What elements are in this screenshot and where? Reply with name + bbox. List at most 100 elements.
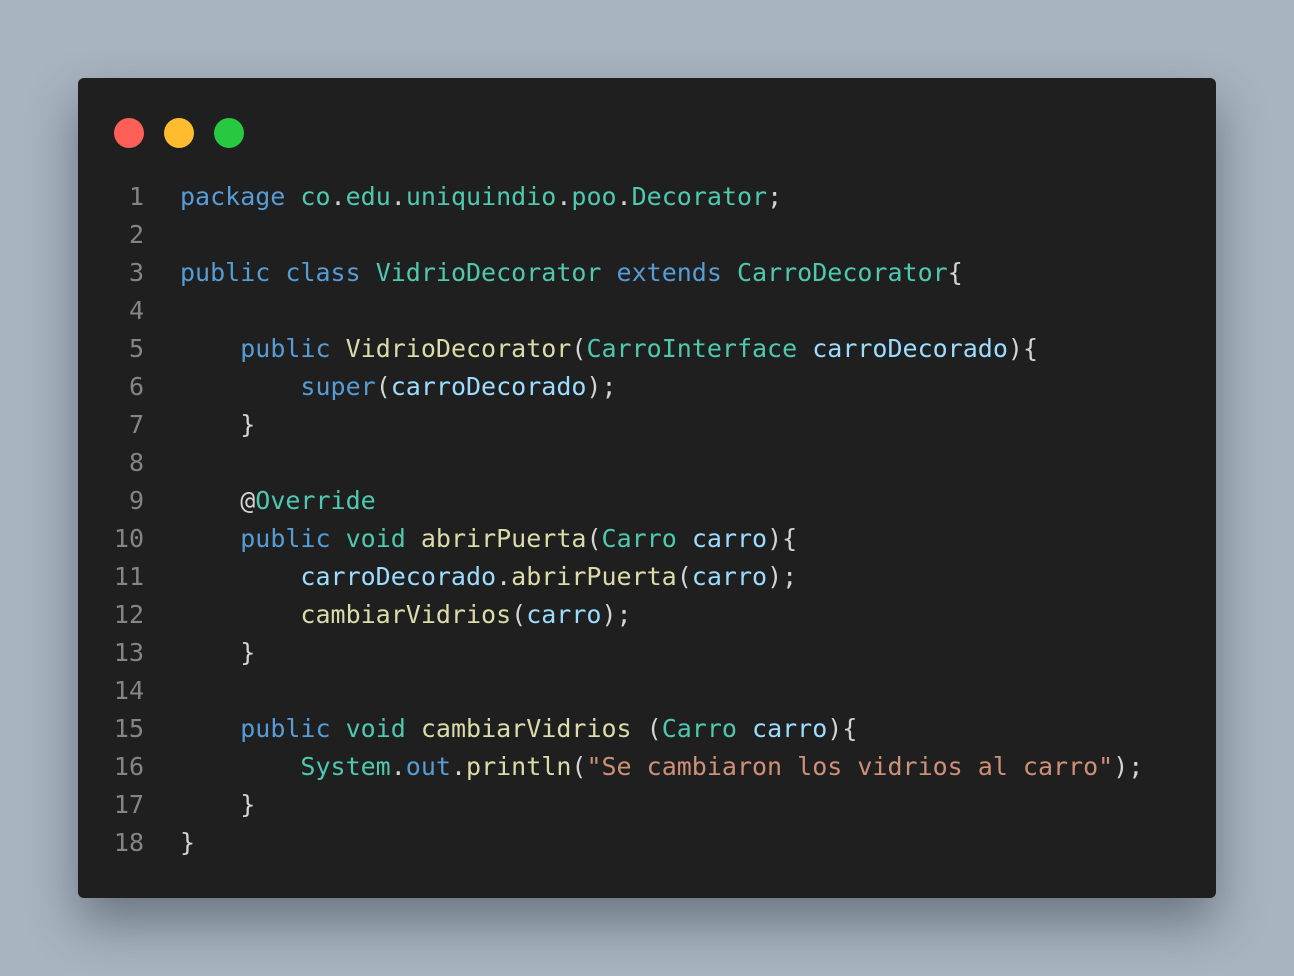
code-token: ); <box>767 562 798 591</box>
line-code: } <box>180 786 255 824</box>
code-line: 15 public void cambiarVidrios (Carro car… <box>78 710 1216 748</box>
code-line: 7 } <box>78 406 1216 444</box>
code-token: ){ <box>767 524 798 553</box>
code-token: package <box>180 182 286 211</box>
code-token: carro <box>526 600 602 629</box>
minimize-button[interactable] <box>164 118 194 148</box>
line-code: public VidrioDecorator(CarroInterface ca… <box>180 330 1038 368</box>
maximize-button[interactable] <box>214 118 244 148</box>
line-code: } <box>180 406 255 444</box>
code-token: . <box>616 182 632 211</box>
line-code: public class VidrioDecorator extends Car… <box>180 254 963 292</box>
code-token: ){ <box>827 714 858 743</box>
code-token: ( <box>375 372 391 401</box>
code-token: public <box>180 258 271 287</box>
line-number: 6 <box>128 372 144 401</box>
code-line: 16 System.out.println("Se cambiaron los … <box>78 748 1216 786</box>
code-token: VidrioDecorator <box>375 258 602 287</box>
code-token: super <box>300 372 376 401</box>
code-token: abrirPuerta <box>420 524 587 553</box>
code-token: Decorator <box>631 182 768 211</box>
code-block: 1 package co.edu.uniquindio.poo.Decorator… <box>78 178 1216 862</box>
code-line: 8 <box>78 444 1216 482</box>
line-number: 3 <box>128 258 144 287</box>
code-token: ( <box>586 524 602 553</box>
line-code: System.out.println("Se cambiaron los vid… <box>180 748 1143 786</box>
code-line: 2 <box>78 216 1216 254</box>
code-token: . <box>496 562 512 591</box>
code-line: 4 <box>78 292 1216 330</box>
line-code: package co.edu.uniquindio.poo.Decorator; <box>180 178 782 216</box>
code-line: 18} <box>78 824 1216 862</box>
line-code: } <box>180 824 195 862</box>
code-token: public <box>240 714 331 743</box>
code-token: { <box>947 258 963 287</box>
code-token: out <box>405 752 451 781</box>
code-line: 11 carroDecorado.abrirPuerta(carro); <box>78 558 1216 596</box>
code-token: carroDecorado <box>300 562 497 591</box>
line-number: 11 <box>113 562 144 591</box>
code-token: poo <box>571 182 617 211</box>
line-code: } <box>180 634 255 672</box>
code-token: ); <box>1113 752 1144 781</box>
code-token: co <box>300 182 331 211</box>
code-line: 9 @Override <box>78 482 1216 520</box>
code-token: ( <box>631 714 662 743</box>
code-token: ( <box>676 562 692 591</box>
line-code: super(carroDecorado); <box>180 368 616 406</box>
code-token: extends <box>616 258 722 287</box>
code-token: carro <box>691 562 768 591</box>
code-token: cambiarVidrios <box>420 714 632 743</box>
code-token: . <box>450 752 467 781</box>
code-token: ( <box>571 752 587 781</box>
code-token: cambiarVidrios <box>300 600 512 629</box>
code-token: class <box>285 258 361 287</box>
code-token: uniquindio <box>405 182 557 211</box>
code-token: Carro <box>661 714 737 743</box>
code-token: public <box>240 334 331 363</box>
code-token: carroDecorado <box>812 334 1008 363</box>
code-token: VidrioDecorator <box>345 334 572 363</box>
code-token: } <box>180 790 256 819</box>
line-code: @Override <box>180 482 376 520</box>
code-token: } <box>180 410 256 439</box>
code-token: . <box>330 182 346 211</box>
line-number: 18 <box>113 828 144 857</box>
line-number: 13 <box>113 638 144 667</box>
code-token: public <box>240 524 331 553</box>
line-number: 5 <box>128 334 144 363</box>
code-token: @ <box>180 486 256 515</box>
code-token: . <box>390 752 406 781</box>
code-line: 3 public class VidrioDecorator extends Ca… <box>78 254 1216 292</box>
line-number: 4 <box>128 296 144 325</box>
line-number: 10 <box>113 524 144 553</box>
close-button[interactable] <box>114 118 144 148</box>
code-line: 5 public VidrioDecorator(CarroInterface … <box>78 330 1216 368</box>
code-token: ); <box>601 600 632 629</box>
code-token: ){ <box>1007 334 1038 363</box>
line-number: 8 <box>128 448 144 477</box>
code-token: Carro <box>601 524 677 553</box>
code-line: 17 } <box>78 786 1216 824</box>
code-line: 14 <box>78 672 1216 710</box>
code-token: Override <box>255 486 376 515</box>
line-number: 7 <box>128 410 144 439</box>
code-token: carroDecorado <box>390 372 587 401</box>
line-number: 16 <box>113 752 144 781</box>
line-number: 9 <box>128 486 144 515</box>
line-number: 17 <box>113 790 144 819</box>
code-token: ( <box>511 600 527 629</box>
code-line: 12 cambiarVidrios(carro); <box>78 596 1216 634</box>
line-code: public void abrirPuerta(Carro carro){ <box>180 520 797 558</box>
